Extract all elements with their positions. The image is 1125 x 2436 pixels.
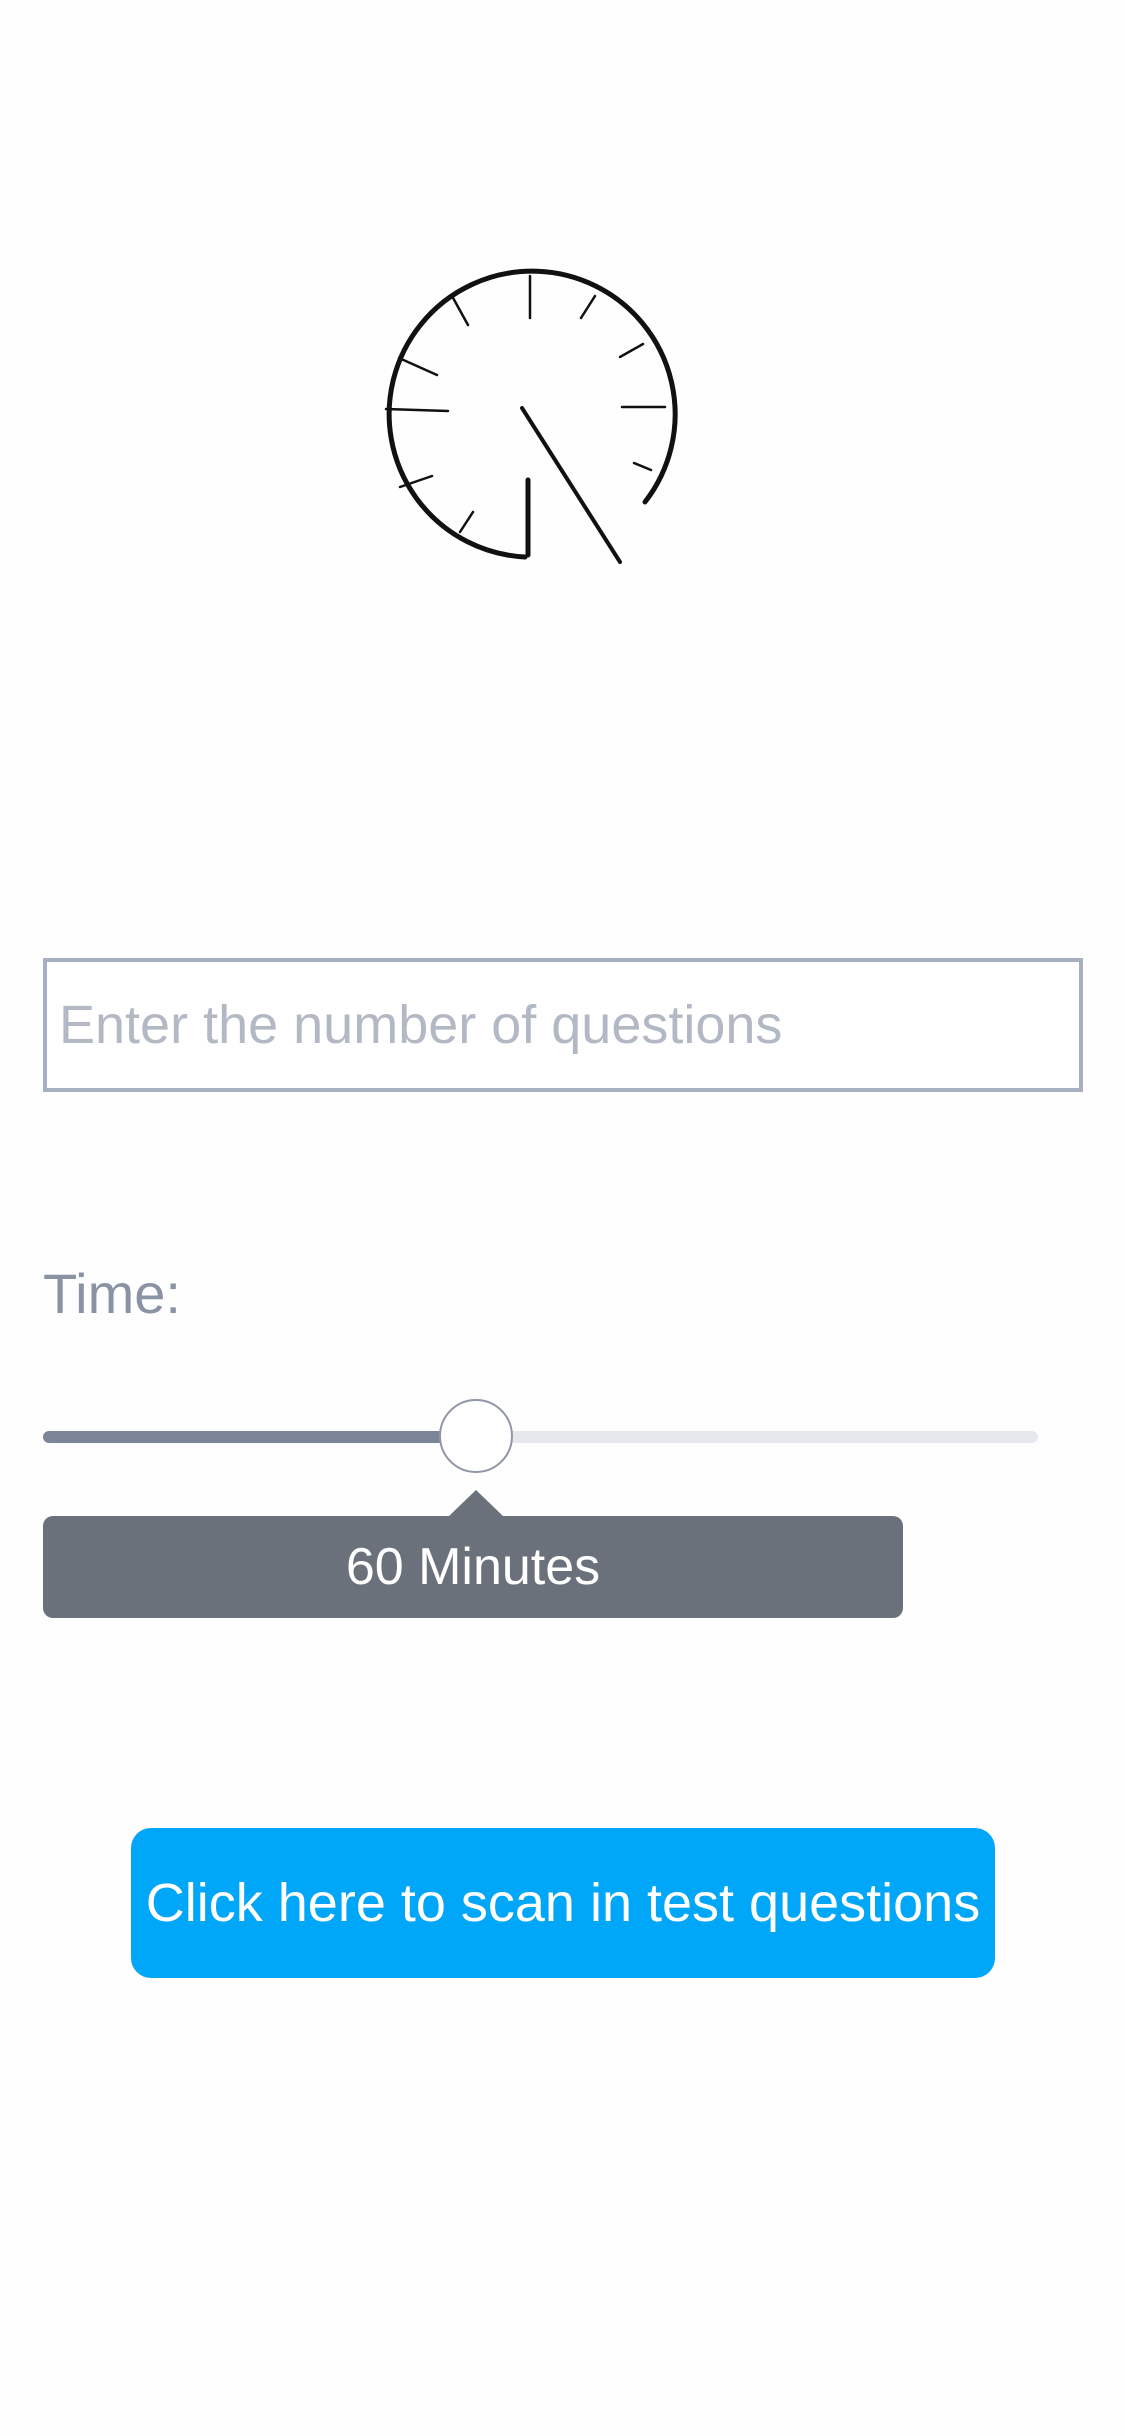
clock-icon	[384, 268, 678, 564]
clock-outline	[386, 268, 678, 560]
time-slider-fill	[43, 1431, 476, 1443]
time-slider-thumb[interactable]	[438, 1399, 513, 1473]
clock-hand	[520, 406, 622, 564]
scan-questions-button[interactable]: Click here to scan in test questions	[131, 1828, 995, 1978]
question-count-input[interactable]	[43, 958, 1083, 1092]
time-label: Time:	[43, 1262, 181, 1325]
time-tooltip: 60 Minutes	[43, 1516, 903, 1618]
time-slider-track[interactable]	[43, 1431, 1038, 1443]
app-screen: Time: 60 Minutes Click here to scan in t…	[0, 0, 1125, 2436]
time-tooltip-arrow	[448, 1490, 503, 1516]
